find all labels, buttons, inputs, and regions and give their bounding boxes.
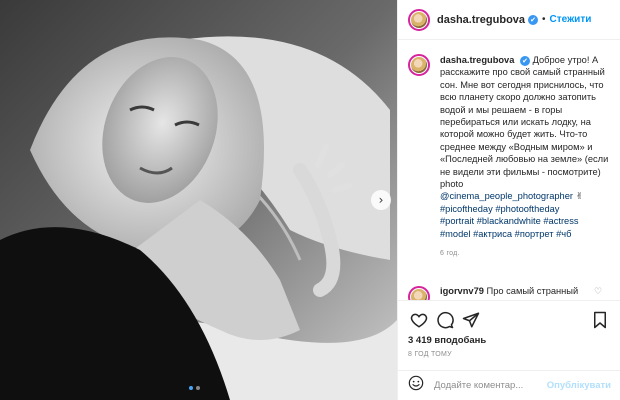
header-username[interactable]: dasha.tregubova [437,14,525,26]
add-comment-bar: Опублікувати [398,370,620,400]
verified-icon: ✔ [528,14,539,25]
comment-like-icon[interactable]: ♡ [594,286,602,297]
post-photo[interactable]: › [0,0,397,400]
heart-icon[interactable] [408,309,430,331]
caption-text: dasha.tregubova ✔ Доброе утро! А расскаж… [440,54,610,240]
caption-username[interactable]: dasha.tregubova [440,55,514,65]
emoji: ✌ [572,191,584,202]
hashtag-link[interactable]: #model [440,229,471,239]
post-side-panel: dasha.tregubova ✔ • Стежити dasha.tregub… [397,0,620,400]
mention-link[interactable]: @cinema_people_photographer [440,191,573,201]
follow-button[interactable]: Стежити [550,14,592,25]
caption-time: 6 год. [440,250,460,258]
verified-icon: ✔ [520,56,530,66]
hashtag-link[interactable]: #blackandwhite [477,216,541,226]
caption: dasha.tregubova ✔ Доброе утро! А расскаж… [398,40,620,257]
bookmark-icon[interactable] [589,309,611,331]
publish-button[interactable]: Опублікувати [547,380,611,391]
carousel-dot [196,386,200,390]
hashtag-link[interactable]: #actress [543,216,578,226]
caption-avatar[interactable] [408,54,430,76]
comment-text: igorvnv79 Про самый странный [440,286,590,296]
portrait-image [0,0,397,400]
comment-input[interactable] [432,379,547,392]
carousel-dot-active [189,386,193,390]
action-bar: 3 419 вподобань 8 ГОД ТОМУ [398,300,620,360]
post-time: 8 ГОД ТОМУ [408,351,452,358]
share-icon[interactable] [460,309,482,331]
avatar[interactable] [408,8,430,31]
comment-item: igorvnv79 Про самый странный ♡ [408,286,613,308]
hashtag-link[interactable]: #портрет [515,229,554,239]
post-header: dasha.tregubova ✔ • Стежити [398,0,620,40]
next-photo-button[interactable]: › [371,190,391,210]
carousel-dots [189,386,200,390]
hashtag-link[interactable]: #чб [556,229,571,239]
separator-dot: • [542,14,546,25]
caption-body: Доброе утро! А расскажите про свой самый… [440,55,609,190]
hashtag-link[interactable]: #portrait [440,216,474,226]
comment-body: Про самый странный [486,286,579,296]
likes-count[interactable]: 3 419 вподобань [398,331,620,346]
comment-username[interactable]: igorvnv79 [440,286,484,296]
hashtag-link[interactable]: #photooftheday [495,204,559,214]
hashtag-link[interactable]: #актриса [473,229,512,239]
comment-icon[interactable] [434,309,456,331]
emoji-icon[interactable] [408,375,424,396]
hashtag-link[interactable]: #picoftheday [440,204,493,214]
